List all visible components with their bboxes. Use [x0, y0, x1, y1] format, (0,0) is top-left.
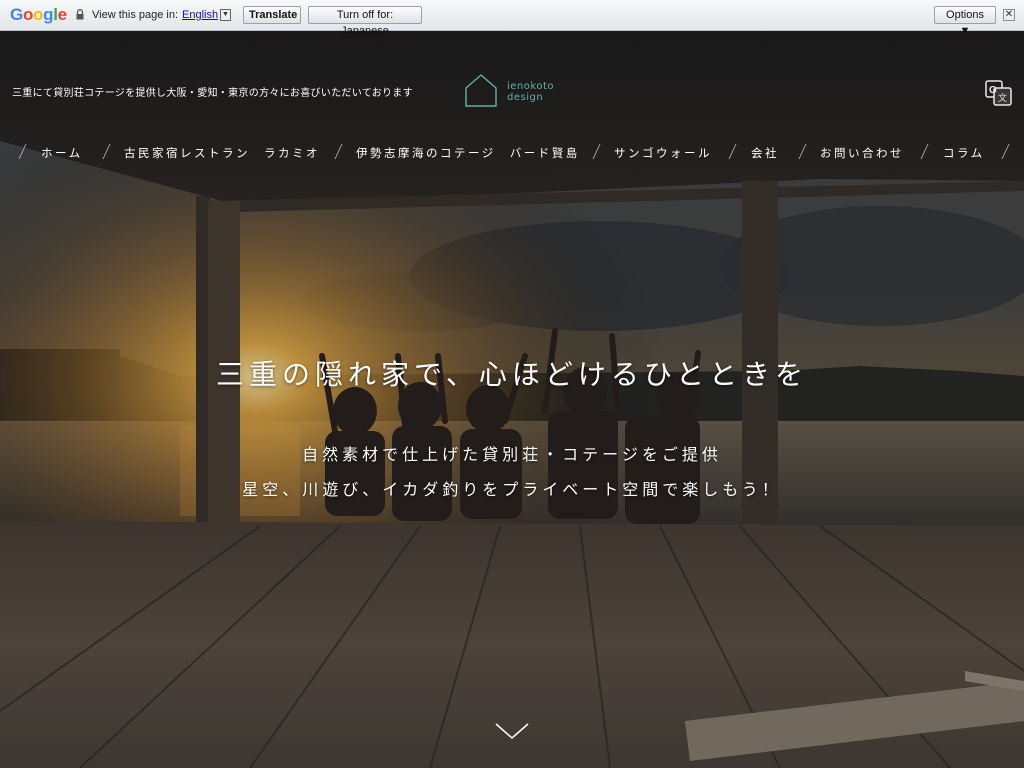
site-logo[interactable]: ienokoto design — [464, 72, 564, 108]
site-tagline: 三重にて貸別荘コテージを提供し大阪・愛知・東京の方々にお喜びいただいております — [12, 88, 413, 99]
view-page-label: View this page in: — [92, 9, 179, 21]
google-translate-icon[interactable]: G 文 — [985, 80, 1012, 106]
hero-subtitle-1: 自然素材で仕上げた貸別荘・コテージをご提供 — [302, 445, 722, 464]
svg-text:文: 文 — [998, 92, 1007, 104]
nav-item-restaurant[interactable]: 古民家宿レストラン ラカミオ — [124, 145, 320, 161]
hero-section: 三重にて貸別荘コテージを提供し大阪・愛知・東京の方々にお喜びいただいております … — [0, 31, 1024, 768]
nav-separator — [592, 144, 601, 159]
dropdown-icon[interactable]: ▼ — [220, 9, 231, 21]
hero-subtitle-2: 星空、川遊び、イカダ釣りをプライベート空間で楽しもう！ — [242, 480, 782, 499]
close-icon[interactable]: ✕ — [1003, 9, 1015, 21]
nav-separator — [18, 144, 27, 159]
nav-item-cottage[interactable]: 伊勢志摩海のコテージ バード賢島 — [356, 145, 580, 161]
house-logo-icon — [465, 74, 497, 107]
nav-separator — [728, 144, 737, 159]
logo-text: ienokoto design — [507, 81, 554, 103]
nav-separator — [1001, 144, 1010, 159]
translate-button[interactable]: Translate — [243, 6, 301, 24]
nav-separator — [920, 144, 929, 159]
nav-item-company[interactable]: 会社 — [751, 145, 779, 161]
main-nav: ホーム 古民家宿レストラン ラカミオ 伊勢志摩海のコテージ バード賢島 サンゴウ… — [0, 139, 1024, 167]
nav-item-column[interactable]: コラム — [943, 145, 985, 161]
logo-line1: ienokoto — [507, 81, 554, 92]
turn-off-button[interactable]: Turn off for: Japanese — [308, 6, 422, 37]
svg-text:G: G — [989, 85, 997, 96]
nav-item-sangowall[interactable]: サンゴウォール — [614, 145, 712, 161]
nav-separator — [798, 144, 807, 159]
nav-item-contact[interactable]: お問い合わせ — [820, 145, 904, 161]
language-select[interactable]: English — [182, 9, 218, 21]
lock-icon — [76, 9, 84, 20]
nav-separator — [334, 144, 343, 159]
google-logo: Google — [10, 5, 67, 24]
google-translate-bar: Google View this page in: English ▼ Tran… — [0, 0, 1024, 37]
options-button[interactable]: Options ▼ — [934, 6, 996, 37]
nav-item-home[interactable]: ホーム — [41, 145, 83, 161]
hero-headline: 三重の隠れ家で、心ほどけるひとときを — [215, 358, 809, 391]
nav-separator — [102, 144, 111, 159]
chevron-down-icon[interactable] — [494, 721, 530, 741]
logo-line2: design — [507, 92, 544, 103]
